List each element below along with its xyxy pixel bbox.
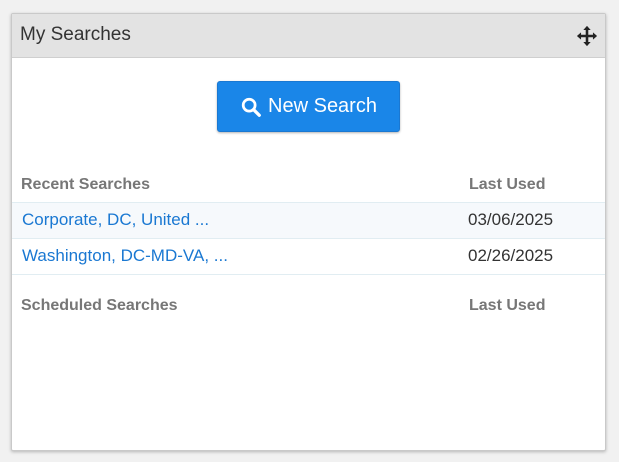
scheduled-searches-header: Scheduled Searches Last Used	[12, 294, 605, 318]
widget-title: My Searches	[20, 24, 131, 45]
recent-search-link[interactable]: Washington, DC-MD-VA, ...	[22, 246, 228, 266]
new-search-label: New Search	[268, 95, 377, 117]
search-icon	[241, 97, 261, 117]
recent-search-link[interactable]: Corporate, DC, United ...	[22, 210, 209, 230]
recent-search-row: Washington, DC-MD-VA, ... 02/26/2025	[12, 238, 605, 275]
recent-searches-header: Recent Searches Last Used	[12, 173, 605, 197]
recent-search-row: Corporate, DC, United ... 03/06/2025	[12, 202, 605, 238]
scheduled-searches-title: Scheduled Searches	[21, 297, 178, 314]
widget-header: My Searches	[12, 14, 605, 58]
scheduled-last-used-header: Last Used	[469, 297, 546, 314]
my-searches-widget: My Searches New Search Recent Searches L…	[11, 13, 606, 451]
move-icon[interactable]	[576, 25, 598, 47]
new-search-button[interactable]: New Search	[217, 81, 400, 132]
recent-search-date: 02/26/2025	[468, 246, 554, 265]
recent-searches-title: Recent Searches	[21, 176, 150, 193]
recent-last-used-header: Last Used	[469, 176, 546, 193]
recent-search-date: 03/06/2025	[468, 210, 554, 229]
